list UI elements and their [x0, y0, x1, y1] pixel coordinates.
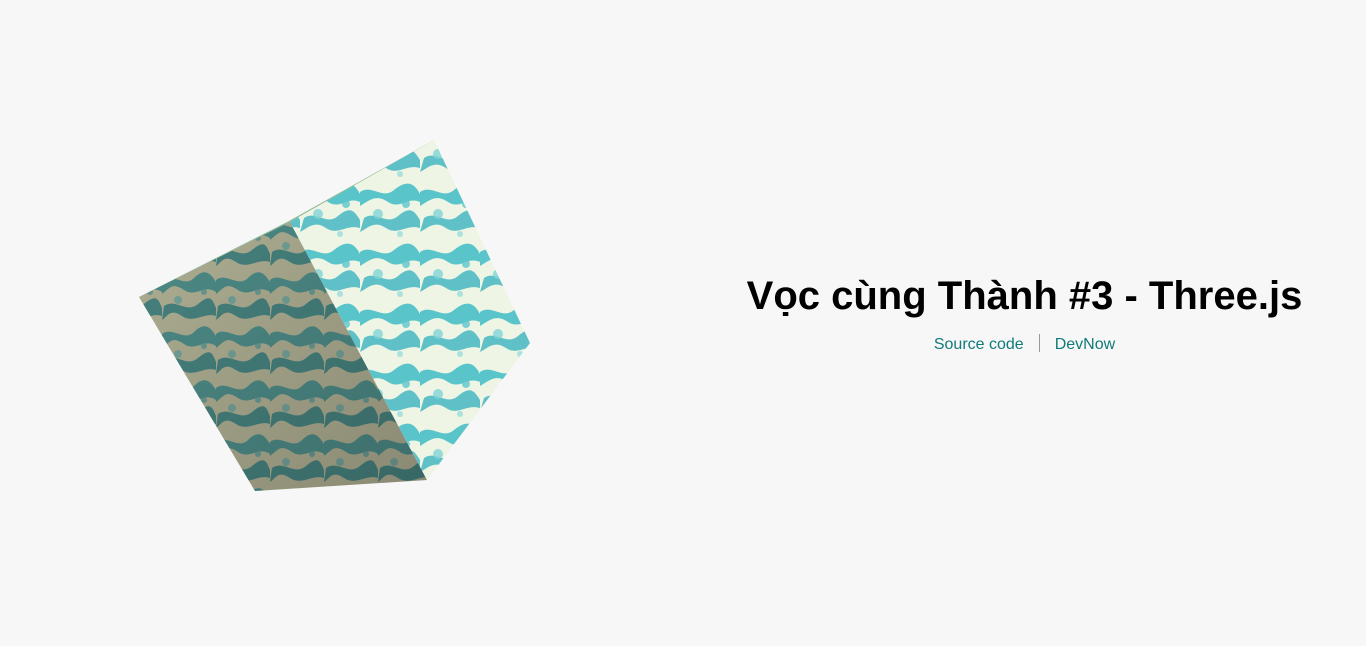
devnow-link[interactable]: DevNow — [1055, 336, 1115, 353]
cube-render — [139, 140, 530, 491]
page-title: Vọc cùng Thành #3 - Three.js — [746, 274, 1303, 318]
threejs-canvas — [0, 0, 683, 646]
links-bar: Source code DevNow — [683, 334, 1366, 355]
source-code-link[interactable]: Source code — [934, 336, 1024, 353]
info-panel: Vọc cùng Thành #3 - Three.js Source code… — [683, 0, 1366, 646]
link-separator — [1038, 334, 1040, 352]
